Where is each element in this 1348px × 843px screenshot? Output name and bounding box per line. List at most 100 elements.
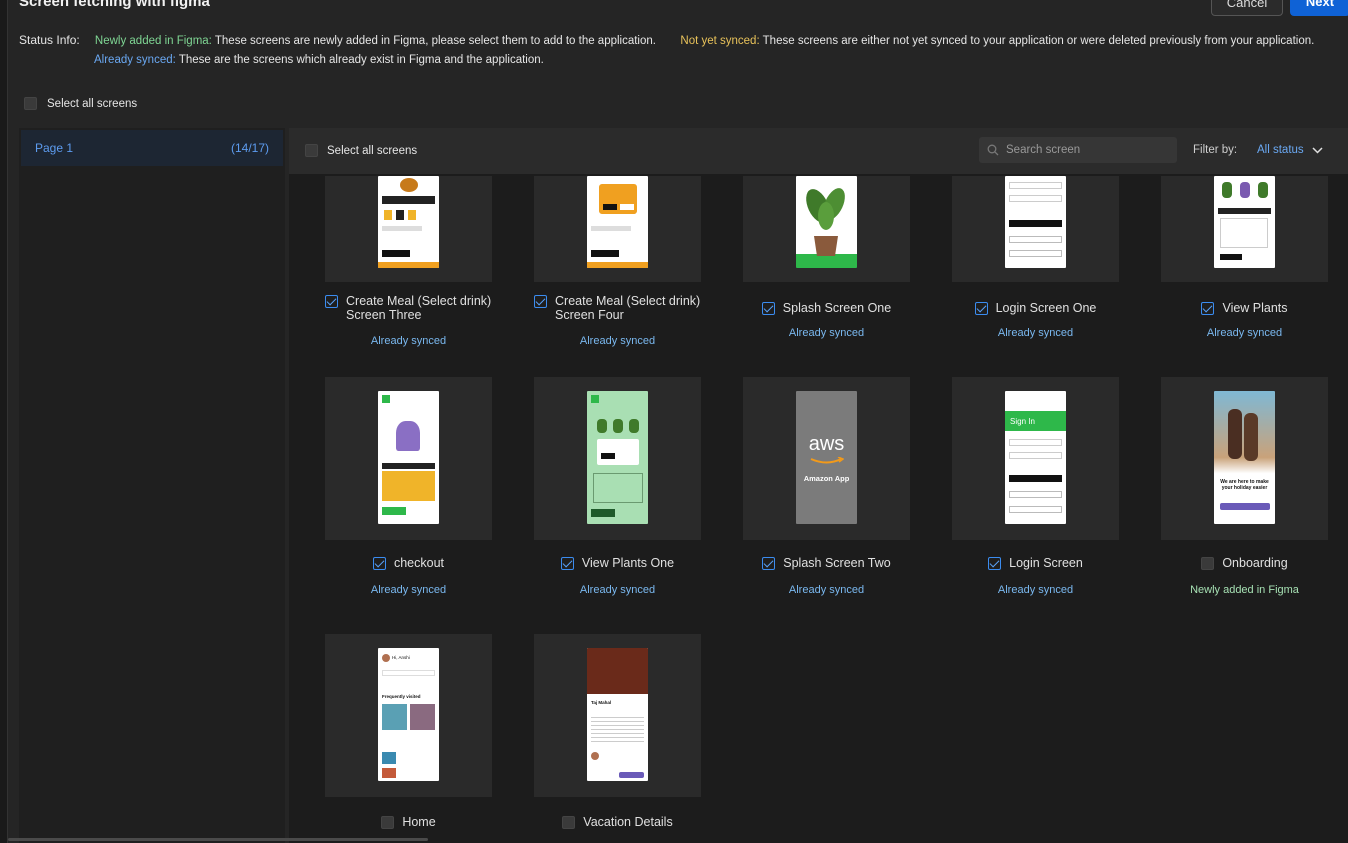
screen-thumbnail: [1214, 176, 1275, 268]
screen-thumbnail: [378, 391, 439, 524]
screen-card[interactable]: aws Amazon App Splash Screen Two Already…: [743, 377, 910, 607]
screen-checkbox[interactable]: [372, 557, 386, 570]
aws-logo-text: aws: [808, 433, 845, 455]
next-button[interactable]: Next: [1290, 0, 1348, 16]
screen-thumbnail-frame: [952, 176, 1119, 282]
status-badge: Already synced: [579, 335, 656, 347]
filter-label: Filter by:: [1193, 144, 1238, 156]
screen-card[interactable]: Login Screen One Already synced: [952, 176, 1119, 356]
horizontal-scrollbar[interactable]: [8, 838, 428, 841]
screen-thumbnail-frame: We are here to make your holiday easier: [1161, 377, 1328, 540]
screen-card[interactable]: Splash Screen One Already synced: [743, 176, 910, 356]
status-badge: Already synced: [370, 335, 447, 347]
screen-thumbnail-frame: [325, 377, 492, 540]
screen-card[interactable]: View Plants One Already synced: [534, 377, 701, 607]
screen-name: Onboarding: [1222, 556, 1288, 570]
screen-thumbnail-frame: [1161, 176, 1328, 282]
screen-name: Splash Screen One: [782, 301, 892, 315]
aws-smile-icon: [810, 457, 844, 464]
sidebar-item-page-1[interactable]: Page 1 (14/17): [21, 130, 283, 166]
select-all-screens-label: Select all screens: [327, 144, 418, 157]
filter-value: All status: [1257, 144, 1304, 156]
status-notsynced-title: Not yet synced:: [680, 35, 760, 47]
search-input[interactable]: Search screen: [979, 137, 1177, 163]
home-greeting: Hi, Anshi: [392, 655, 410, 660]
screen-checkbox[interactable]: [762, 557, 776, 570]
search-icon: [987, 144, 999, 156]
screen-name: Login Screen One: [995, 301, 1097, 315]
status-info: Status Info: Newly added in Figma: These…: [19, 31, 1314, 70]
screen-thumbnail: Taj Mahal: [587, 648, 648, 781]
screen-thumbnail: Hi, Anshi Frequently visited: [378, 648, 439, 781]
screen-card[interactable]: Hi, Anshi Frequently visited Home: [325, 634, 492, 843]
screen-card[interactable]: We are here to make your holiday easier …: [1161, 377, 1328, 607]
figma-fetch-modal: Screen fetching with figma Cancel Next S…: [7, 0, 1348, 843]
pages-sidebar: Page 1 (14/17): [19, 128, 285, 843]
screen-thumbnail: Sign In: [1005, 391, 1066, 524]
cancel-button[interactable]: Cancel: [1211, 0, 1283, 16]
screen-name: checkout: [393, 556, 445, 570]
screen-card[interactable]: Create Meal (Select drink) Screen Three …: [325, 176, 492, 356]
status-newly-title: Newly added in Figma:: [94, 35, 212, 47]
screen-thumbnail: [1005, 176, 1066, 268]
select-all-screens[interactable]: Select all screens: [305, 144, 417, 157]
screen-thumbnail-frame: [743, 176, 910, 282]
screen-card[interactable]: Taj Mahal Vacation Details: [534, 634, 701, 843]
screen-card[interactable]: Sign In Login Screen Already synced: [952, 377, 1119, 607]
status-badge: Already synced: [997, 327, 1074, 339]
screen-name: Home: [402, 815, 436, 829]
screen-checkbox[interactable]: [1201, 557, 1215, 570]
status-synced-title: Already synced:: [94, 54, 176, 66]
screen-thumbnail: [378, 176, 439, 268]
select-all-screens-checkbox[interactable]: [305, 144, 318, 157]
screen-checkbox[interactable]: [562, 816, 576, 829]
onboarding-headline: We are here to make your holiday easier: [1220, 479, 1269, 491]
status-notsynced-text: These screens are either not yet synced …: [762, 35, 1315, 47]
select-all-top[interactable]: Select all screens: [24, 97, 137, 110]
select-all-top-checkbox[interactable]: [24, 97, 37, 110]
screens-panel: Select all screens Search screen Filter …: [289, 128, 1348, 843]
screen-thumbnail-frame: aws Amazon App: [743, 377, 910, 540]
status-badge: Already synced: [1206, 327, 1283, 339]
screen-card[interactable]: Create Meal (Select drink) Screen Four A…: [534, 176, 701, 356]
select-all-top-label: Select all screens: [47, 97, 138, 110]
screen-checkbox[interactable]: [381, 816, 395, 829]
screen-thumbnail: [796, 176, 857, 268]
screen-checkbox[interactable]: [325, 295, 338, 308]
aws-app-label: Amazon App: [803, 474, 850, 483]
status-badge: Already synced: [370, 584, 447, 596]
screen-thumbnail: We are here to make your holiday easier: [1214, 391, 1275, 524]
page-label: Page 1: [35, 141, 74, 155]
screen-card[interactable]: checkout Already synced: [325, 377, 492, 607]
status-synced-text: These are the screens which already exis…: [178, 54, 544, 66]
filter-dropdown[interactable]: All status: [1257, 144, 1323, 156]
screen-thumbnail-frame: [325, 176, 492, 282]
status-newly-text: These screens are newly added in Figma, …: [214, 35, 656, 47]
screen-checkbox[interactable]: [560, 557, 574, 570]
screen-name: Login Screen: [1009, 556, 1083, 570]
screen-name: View Plants One: [581, 556, 675, 570]
modal-title: Screen fetching with figma: [19, 0, 210, 10]
screen-name: Splash Screen Two: [783, 556, 891, 570]
screen-thumbnail-frame: [534, 377, 701, 540]
screen-thumbnail: [587, 176, 648, 268]
screen-thumbnail-frame: [534, 176, 701, 282]
search-placeholder: Search screen: [1006, 144, 1081, 156]
screen-checkbox[interactable]: [974, 302, 988, 315]
sign-in-header: Sign In: [1005, 411, 1066, 431]
chevron-down-icon: [1312, 146, 1323, 154]
screen-checkbox[interactable]: [761, 302, 775, 315]
screen-thumbnail-frame: Taj Mahal: [534, 634, 701, 797]
screen-checkbox[interactable]: [534, 295, 547, 308]
status-badge: Already synced: [579, 584, 656, 596]
status-badge: Already synced: [997, 584, 1074, 596]
screen-card[interactable]: View Plants Already synced: [1161, 176, 1328, 356]
status-badge: Already synced: [788, 584, 865, 596]
screen-checkbox[interactable]: [1201, 302, 1215, 315]
screen-name: Create Meal (Select drink) Screen Four: [555, 294, 701, 322]
screen-checkbox[interactable]: [988, 557, 1002, 570]
screen-name: Vacation Details: [583, 815, 673, 829]
home-section-title: Frequently visited: [382, 694, 421, 699]
status-badge: Newly added in Figma: [1190, 584, 1299, 596]
screen-name: View Plants: [1222, 301, 1288, 315]
